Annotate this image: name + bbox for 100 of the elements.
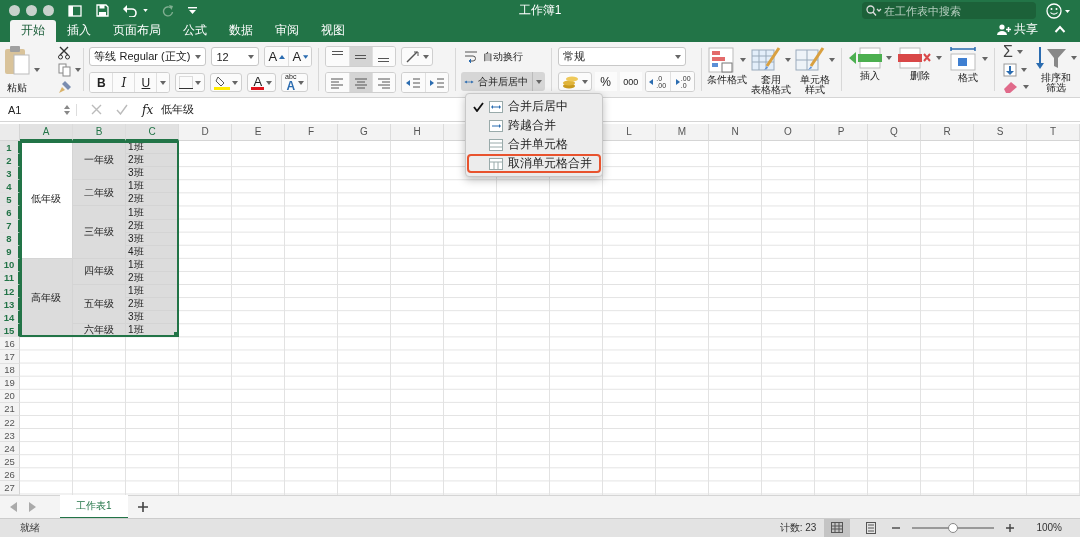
column-header[interactable]: R: [921, 124, 974, 141]
font-name-dropdown[interactable]: 等线 Regular (正文): [89, 47, 207, 66]
row-header[interactable]: 27: [0, 481, 20, 495]
ribbon-tab[interactable]: 审阅: [264, 19, 310, 42]
window-title: 工作簿1: [518, 2, 562, 20]
column-header[interactable]: T: [1027, 124, 1080, 141]
row-header[interactable]: 13: [0, 298, 20, 312]
menu-item[interactable]: 合并单元格: [467, 135, 601, 154]
smiley-icon[interactable]: [1046, 2, 1072, 19]
column-header[interactable]: A: [20, 124, 73, 141]
sidebar-icon[interactable]: [68, 4, 82, 17]
column-header[interactable]: N: [709, 124, 762, 141]
row-header[interactable]: 3: [0, 167, 20, 181]
menu-item[interactable]: 跨越合并: [467, 116, 601, 135]
wrap-text-button[interactable]: 自动换行: [461, 48, 546, 66]
formula-input[interactable]: 低年级: [161, 102, 195, 118]
window-button[interactable]: [43, 5, 54, 17]
paintbrush-icon[interactable]: [58, 79, 72, 94]
column-header[interactable]: O: [762, 124, 815, 141]
row-header[interactable]: 25: [0, 455, 20, 469]
row-header[interactable]: 26: [0, 468, 20, 482]
row-header[interactable]: 16: [0, 337, 20, 351]
count-text: 计数: 23: [779, 521, 817, 535]
name-box[interactable]: A1: [0, 103, 77, 116]
scissors-icon[interactable]: [58, 45, 70, 60]
align-middle-button[interactable]: [348, 47, 372, 66]
caret-icon[interactable]: [143, 9, 148, 13]
borders-button[interactable]: [175, 73, 206, 92]
font-color-button[interactable]: A: [247, 73, 277, 92]
percent-button[interactable]: %: [594, 72, 617, 91]
column-header[interactable]: P: [815, 124, 868, 141]
table-cell: 1班: [126, 285, 179, 299]
conditional-format-button[interactable]: 条件格式: [707, 46, 748, 85]
paste-button[interactable]: 粘贴: [4, 44, 30, 95]
number-format-dropdown[interactable]: 常规: [557, 47, 686, 66]
row-header[interactable]: 6: [0, 206, 20, 220]
window-button[interactable]: [9, 5, 20, 17]
check-icon[interactable]: [116, 104, 128, 116]
column-header[interactable]: Q: [868, 124, 921, 141]
row-header[interactable]: 17: [0, 350, 20, 364]
ribbon-tab[interactable]: 视图: [310, 19, 356, 42]
underline-menu-button[interactable]: [156, 73, 170, 92]
autosum-button[interactable]: Σ: [1002, 44, 1013, 59]
add-sheet-icon[interactable]: [137, 502, 148, 512]
undo-icon[interactable]: [123, 4, 137, 17]
collapse-icon[interactable]: [1054, 25, 1066, 34]
table-format-button[interactable]: 套用 表格格式: [751, 46, 792, 95]
font-size-dropdown[interactable]: 12: [211, 47, 260, 66]
delete-cells-button[interactable]: 删除: [897, 46, 942, 81]
menu-item[interactable]: 取消单元格合并: [467, 154, 601, 173]
sort-filter-button[interactable]: 排序和 筛选: [1034, 44, 1077, 93]
row-header[interactable]: 14: [0, 311, 20, 325]
zoom-out-icon[interactable]: [892, 524, 901, 532]
ribbon-tab[interactable]: 插入: [56, 19, 102, 42]
row-header[interactable]: 4: [0, 180, 20, 194]
column-header[interactable]: C: [126, 124, 179, 141]
comma-style-button[interactable]: 000: [619, 72, 642, 91]
merge-center-button[interactable]: 合并后居中: [461, 72, 546, 91]
column-header[interactable]: S: [974, 124, 1027, 141]
column-header[interactable]: H: [391, 124, 444, 141]
column-header[interactable]: G: [338, 124, 391, 141]
ribbon-tab[interactable]: 页面布局: [102, 19, 172, 42]
window-button[interactable]: [26, 5, 37, 17]
insert-function-button[interactable]: fx: [142, 102, 154, 117]
align-bottom-button[interactable]: [371, 47, 395, 66]
row-header[interactable]: 15: [0, 324, 20, 338]
orientation-button[interactable]: [400, 47, 433, 66]
row-header[interactable]: 23: [0, 429, 20, 443]
ribbon-tab[interactable]: 开始: [10, 19, 56, 42]
eraser-icon[interactable]: [1002, 80, 1019, 93]
indent-icon: [428, 76, 445, 89]
format-cells-button[interactable]: 格式: [947, 46, 988, 83]
column-header[interactable]: M: [656, 124, 709, 141]
column-header[interactable]: B: [73, 124, 126, 141]
fill-color-button[interactable]: [210, 73, 243, 92]
row-header[interactable]: 2: [0, 154, 20, 168]
column-header[interactable]: F: [285, 124, 338, 141]
sheet-tab[interactable]: 工作表1: [60, 495, 128, 519]
row-header[interactable]: 24: [0, 442, 20, 456]
normal-view-button[interactable]: [824, 519, 851, 537]
row-header[interactable]: 5: [0, 193, 20, 207]
insert-cells-button[interactable]: 插入: [847, 46, 892, 81]
column-header[interactable]: E: [232, 124, 285, 141]
cell-styles-button[interactable]: 单元格 样式: [795, 46, 836, 95]
caret-icon: [195, 54, 202, 59]
fill-down-icon[interactable]: [1002, 62, 1017, 77]
save-icon[interactable]: [96, 4, 109, 18]
decrease-font-button[interactable]: A: [288, 47, 312, 66]
ribbon-tab[interactable]: 公式: [172, 19, 218, 42]
align-center-button[interactable]: [348, 73, 372, 92]
share-button[interactable]: 共享: [997, 20, 1038, 38]
row-header[interactable]: 12: [0, 285, 20, 299]
zoom-in-icon[interactable]: [1006, 524, 1015, 532]
ribbon-tab[interactable]: 数据: [218, 19, 264, 42]
search-field[interactable]: 在工作表中搜索: [862, 2, 1036, 20]
column-header[interactable]: D: [179, 124, 232, 141]
customize-icon[interactable]: [188, 7, 197, 15]
column-header[interactable]: L: [603, 124, 656, 141]
menu-item[interactable]: 合并后居中: [467, 97, 601, 116]
increase-indent-button[interactable]: [424, 73, 448, 92]
